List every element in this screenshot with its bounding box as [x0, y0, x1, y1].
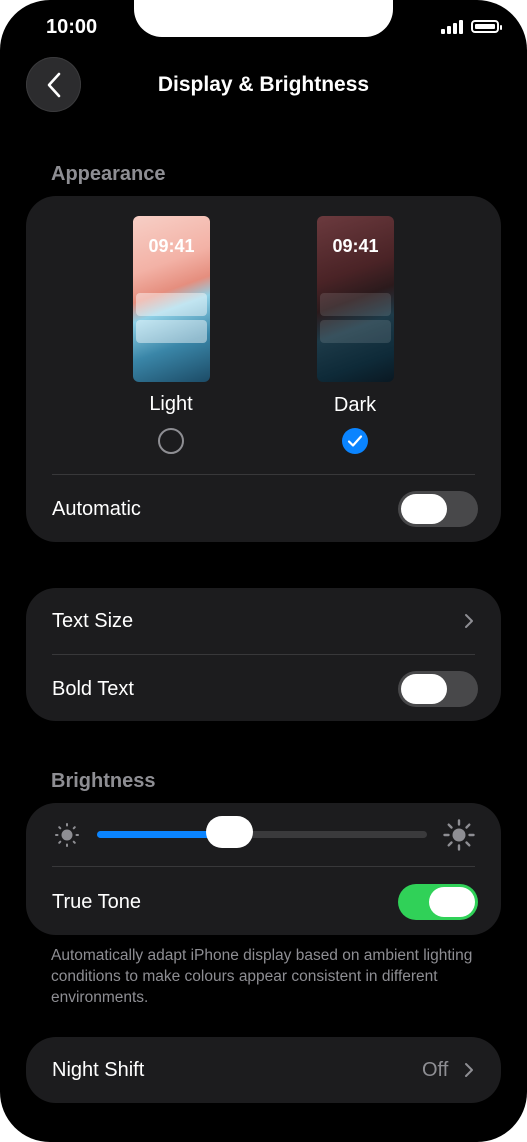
dark-mode-radio[interactable]: [342, 428, 368, 454]
brightness-slider[interactable]: [97, 816, 427, 848]
preview-time: 09:41: [148, 236, 195, 256]
text-size-row[interactable]: Text Size: [26, 588, 501, 654]
text-size-label: Text Size: [52, 610, 134, 632]
light-mode-label: Light: [149, 393, 193, 415]
preview-widget: [320, 320, 391, 343]
divider: [52, 654, 475, 655]
appearance-section-label: Appearance: [51, 163, 166, 185]
night-shift-row[interactable]: Night Shift Off: [26, 1037, 501, 1103]
brightness-card: True Tone: [26, 803, 501, 935]
preview-widget: [136, 320, 207, 343]
divider: [52, 474, 475, 475]
brightness-slider-thumb[interactable]: [205, 816, 253, 848]
signal-icon: [441, 18, 463, 34]
true-tone-footnote: Automatically adapt iPhone display based…: [51, 947, 473, 1006]
page-title: Display & Brightness: [157, 73, 370, 96]
text-card: Text Size Bold Text: [26, 588, 501, 721]
brightness-section-label: Brightness: [51, 770, 156, 792]
bold-text-toggle[interactable]: [398, 671, 478, 707]
status-time: 10:00: [46, 16, 98, 38]
preview-widget: [320, 293, 391, 316]
battery-icon: [471, 19, 502, 33]
phone-screen: 10:00 Display & Brightness Appearance 09…: [0, 0, 527, 1142]
notch: [134, 0, 393, 37]
light-mode-preview[interactable]: 09:41: [133, 216, 210, 382]
true-tone-toggle[interactable]: [398, 884, 478, 920]
sun-large-icon: [443, 819, 475, 851]
light-mode-radio[interactable]: [158, 428, 184, 454]
status-icons: [441, 18, 502, 34]
chevron-right-icon: [465, 614, 473, 628]
automatic-toggle[interactable]: [398, 491, 478, 527]
sun-small-icon: [55, 823, 79, 847]
dark-mode-label: Dark: [333, 394, 377, 416]
chevron-right-icon: [465, 1063, 473, 1077]
preview-time: 09:41: [332, 236, 379, 256]
checkmark-icon: [347, 435, 363, 447]
night-shift-value: Off: [422, 1059, 449, 1081]
dark-mode-preview[interactable]: 09:41: [317, 216, 394, 382]
bold-text-label: Bold Text: [52, 678, 134, 700]
divider: [52, 866, 475, 867]
appearance-card: 09:41 Light 09:41 Dark Automatic: [26, 196, 501, 542]
night-shift-label: Night Shift: [52, 1059, 145, 1081]
true-tone-label: True Tone: [52, 891, 141, 913]
preview-widget: [136, 293, 207, 316]
automatic-label: Automatic: [52, 498, 141, 520]
